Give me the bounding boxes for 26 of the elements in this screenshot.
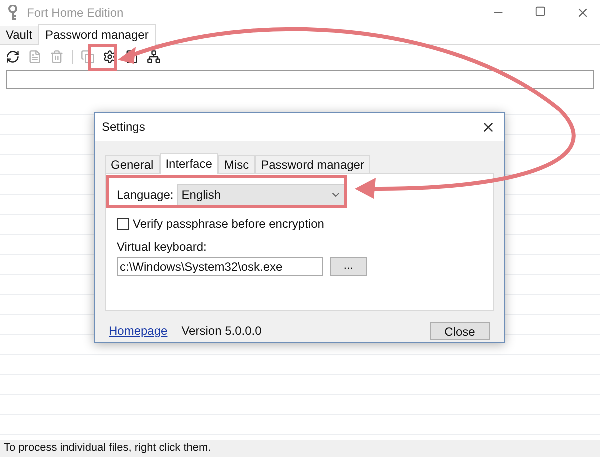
highlight-frame bbox=[88, 44, 118, 72]
close-button[interactable]: Close bbox=[430, 322, 490, 340]
tab[interactable]: Password manager bbox=[255, 155, 370, 173]
tab[interactable]: Vault bbox=[0, 26, 38, 44]
network-icon[interactable] bbox=[147, 50, 161, 64]
language-label: Language: bbox=[117, 187, 174, 204]
tab[interactable]: General bbox=[105, 155, 160, 173]
language-dropdown[interactable]: English bbox=[176, 184, 347, 206]
tab[interactable]: Misc bbox=[218, 155, 256, 173]
search-field[interactable] bbox=[6, 70, 594, 89]
status-bar: To process individual files, right click them. bbox=[0, 440, 600, 457]
version-text: Version 5.0.0.0 bbox=[182, 323, 262, 340]
tab[interactable]: Password manager bbox=[38, 24, 156, 45]
dialog-title: Settings bbox=[102, 119, 146, 136]
refresh-icon[interactable] bbox=[6, 50, 20, 64]
checkbox[interactable] bbox=[117, 218, 129, 230]
browse-button[interactable]: ... bbox=[330, 257, 367, 276]
homepage-link[interactable]: Homepage bbox=[109, 322, 168, 340]
window-title: Fort Home Edition bbox=[27, 4, 124, 22]
keyboard-label: Virtual keyboard: bbox=[117, 239, 208, 256]
key-icon bbox=[7, 4, 19, 20]
keyboard-path-field[interactable]: c:\Windows\System32\osk.exe bbox=[117, 257, 323, 276]
checkbox-label: Verify passphrase before encryption bbox=[133, 216, 324, 233]
tab[interactable]: Interface bbox=[160, 153, 218, 174]
settings-icon[interactable] bbox=[103, 50, 117, 64]
maximize-icon[interactable] bbox=[535, 6, 546, 16]
